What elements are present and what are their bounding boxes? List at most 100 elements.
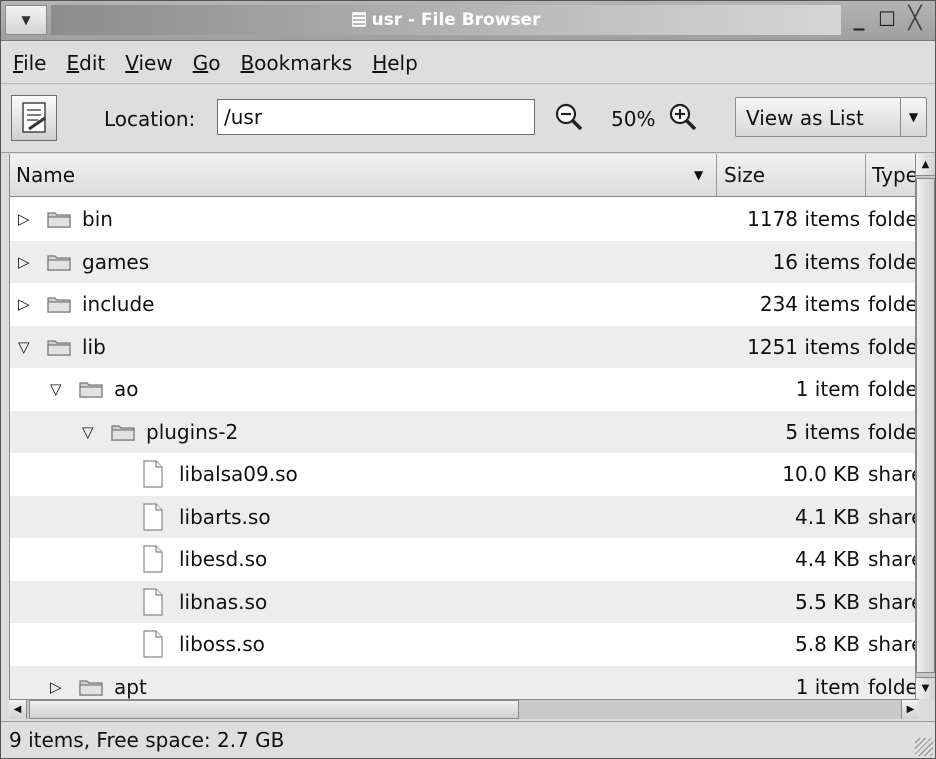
expander-closed-icon[interactable]: ▷ — [18, 283, 30, 325]
expander-closed-icon[interactable]: ▷ — [18, 198, 30, 240]
row-type: folder — [868, 250, 915, 274]
file-browser-window: ▼ usr - File Browser _ ☐ ╳ File Edit Vie… — [0, 0, 936, 759]
row-name: libalsa09.so — [179, 462, 298, 486]
row-name: libesd.so — [179, 547, 268, 571]
menu-edit[interactable]: Edit — [62, 47, 109, 79]
list-row[interactable]: ▽ plugins-2 5 items folder — [10, 411, 915, 453]
row-name: liboss.so — [179, 632, 265, 656]
row-type: shared library — [868, 632, 915, 656]
list-row[interactable]: libesd.so 4.4 KB shared library — [10, 538, 915, 580]
file-icon — [143, 630, 163, 658]
menu-go[interactable]: Go — [189, 47, 225, 79]
column-header-size[interactable]: Size — [718, 154, 866, 196]
row-size: 4.1 KB — [795, 505, 860, 529]
view-as-select[interactable]: View as List ▼ — [735, 97, 927, 137]
column-header-size-label: Size — [724, 163, 766, 187]
title-gradient: usr - File Browser — [51, 5, 841, 35]
menu-file-accel: F — [13, 50, 24, 75]
column-header-name[interactable]: Name — [10, 154, 717, 196]
zoom-in-button[interactable] — [668, 102, 698, 136]
row-type: shared library — [868, 505, 915, 529]
zoom-out-button[interactable] — [554, 102, 584, 136]
file-icon — [143, 545, 163, 573]
menu-help-accel: H — [372, 50, 388, 75]
menu-view[interactable]: View — [121, 47, 176, 79]
list-row[interactable]: liboss.so 5.8 KB shared library — [10, 623, 915, 665]
file-icon — [143, 460, 163, 488]
file-icon — [143, 503, 163, 531]
row-size: 1251 items — [747, 335, 860, 359]
column-header-name-label: Name — [16, 163, 76, 187]
row-size: 10.0 KB — [782, 462, 860, 486]
zoom-in-icon — [669, 103, 697, 131]
column-header-type[interactable]: Type — [866, 154, 915, 196]
location-label: Location: — [104, 107, 196, 131]
menu-edit-label: dit — [79, 50, 106, 75]
row-name: games — [82, 250, 150, 274]
vertical-scroll-thumb[interactable] — [916, 178, 935, 673]
list-row[interactable]: libarts.so 4.1 KB shared library — [10, 496, 915, 538]
row-type: folder — [868, 377, 915, 401]
menu-help-label: elp — [387, 50, 418, 75]
scroll-left-button[interactable]: ◀ — [9, 700, 27, 719]
row-type: shared library — [868, 462, 915, 486]
file-icon — [143, 588, 163, 616]
row-type: folder — [868, 335, 915, 359]
location-mode-button[interactable] — [11, 95, 57, 141]
row-size: 4.4 KB — [795, 547, 860, 571]
row-type: shared library — [868, 590, 915, 614]
vertical-scrollbar[interactable]: ▲ ▼ — [915, 154, 935, 699]
row-size: 1 item — [795, 377, 860, 401]
dropdown-arrow-icon: ▼ — [900, 98, 926, 136]
maximize-button[interactable]: ☐ — [873, 5, 901, 35]
list-row[interactable]: libnas.so 5.5 KB shared library — [10, 581, 915, 623]
scroll-up-button[interactable]: ▲ — [916, 154, 935, 176]
folder-icon — [111, 425, 135, 441]
row-name: bin — [82, 207, 113, 231]
folder-icon — [79, 680, 103, 696]
menu-bar: File Edit View Go Bookmarks Help — [1, 42, 935, 84]
folder-icon — [47, 297, 71, 313]
window-menu-button[interactable]: ▼ — [5, 5, 47, 35]
menu-help[interactable]: Help — [368, 47, 422, 79]
close-button[interactable]: ╳ — [901, 5, 929, 35]
folder-icon — [47, 340, 71, 356]
list-row[interactable]: libalsa09.so 10.0 KB shared library — [10, 453, 915, 495]
location-input[interactable] — [217, 99, 535, 135]
menu-go-label: o — [208, 50, 221, 75]
folder-icon — [47, 255, 71, 271]
row-type: folder — [868, 420, 915, 444]
expander-open-icon[interactable]: ▽ — [50, 368, 62, 410]
scroll-right-button[interactable]: ▶ — [901, 700, 919, 719]
resize-grip-icon[interactable] — [915, 738, 933, 756]
expander-open-icon[interactable]: ▽ — [18, 326, 30, 368]
status-text: 9 items, Free space: 2.7 GB — [9, 728, 285, 752]
row-name: plugins-2 — [146, 420, 239, 444]
status-bar: 9 items, Free space: 2.7 GB — [1, 721, 935, 758]
menu-file-label: ile — [23, 50, 47, 75]
expander-open-icon[interactable]: ▽ — [82, 411, 94, 453]
zoom-level[interactable]: 50% — [611, 107, 655, 131]
expander-closed-icon[interactable]: ▷ — [18, 241, 30, 283]
list-row[interactable]: ▷ bin 1178 items folder — [10, 198, 915, 240]
file-list[interactable]: Name ▼ Size Type ▷ bin 1178 items folder ▷ ga… — [9, 154, 915, 706]
row-type: shared library — [868, 547, 915, 571]
horizontal-scrollbar[interactable]: ◀ ▶ — [9, 699, 919, 719]
menu-bookmarks[interactable]: Bookmarks — [236, 47, 356, 79]
location-toolbar: Location: 50% View as List ▼ — [1, 85, 935, 153]
folder-icon — [47, 212, 71, 228]
list-row[interactable]: ▷ games 16 items folder — [10, 241, 915, 283]
title-bar[interactable]: ▼ usr - File Browser _ ☐ ╳ — [1, 1, 935, 41]
list-row[interactable]: ▽ lib 1251 items folder — [10, 326, 915, 368]
row-name: ao — [114, 377, 139, 401]
view-as-label: View as List — [746, 106, 864, 130]
list-row[interactable]: ▽ ao 1 item folder — [10, 368, 915, 410]
minimize-button[interactable]: _ — [845, 5, 873, 35]
menu-bookmarks-label: ookmarks — [254, 50, 353, 75]
menu-file[interactable]: File — [9, 47, 50, 79]
list-row[interactable]: ▷ include 234 items folder — [10, 283, 915, 325]
row-type: folder — [868, 207, 915, 231]
horizontal-scroll-thumb[interactable] — [29, 700, 519, 719]
scroll-down-button[interactable]: ▼ — [916, 677, 935, 699]
row-size: 5.8 KB — [795, 632, 860, 656]
